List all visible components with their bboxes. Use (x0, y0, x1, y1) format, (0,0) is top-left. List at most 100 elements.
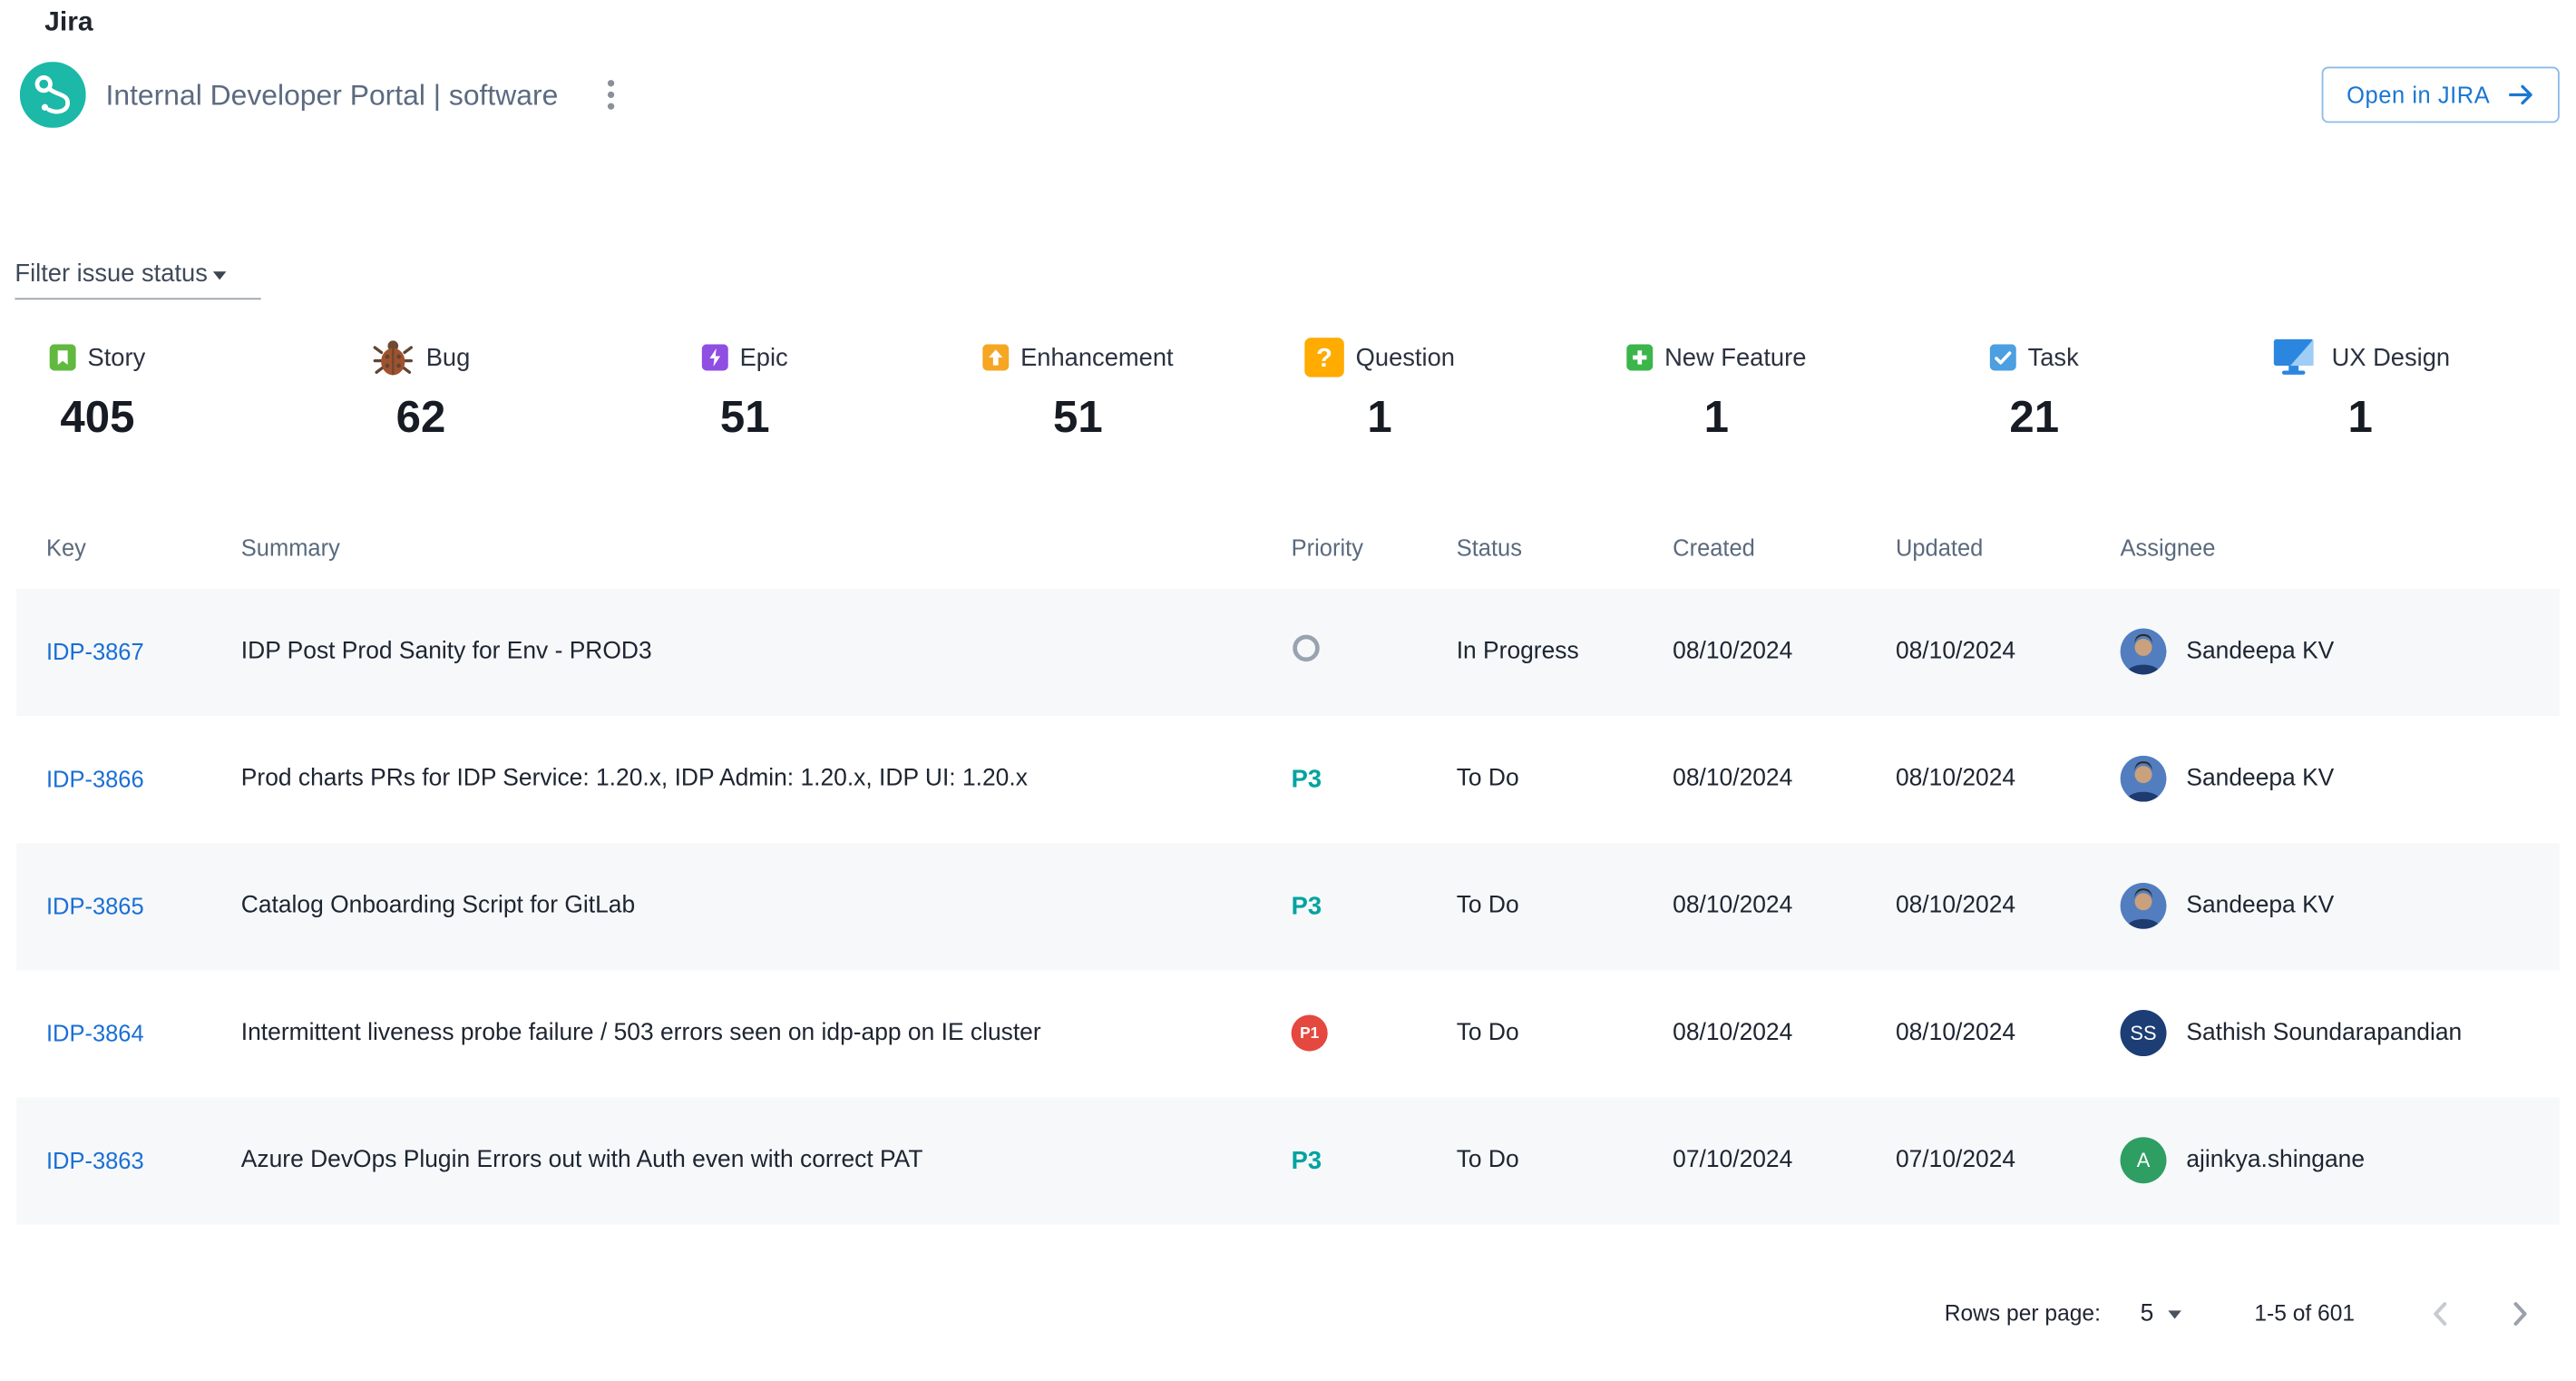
issue-type-counters: Story 405 (0, 333, 2576, 443)
bug-icon (372, 336, 415, 378)
counter-label: Story (87, 343, 145, 371)
next-page-button[interactable] (2497, 1290, 2543, 1337)
avatar: SS (2121, 1010, 2167, 1056)
issue-summary: IDP Post Prod Sanity for Env - PROD3 (215, 639, 1265, 665)
issue-created: 08/10/2024 (1646, 639, 1869, 665)
project-title: Internal Developer Portal | software (106, 77, 559, 112)
task-icon (1990, 344, 2016, 370)
assignee-name: ajinkya.shingane (2186, 1147, 2365, 1173)
issue-key-link[interactable]: IDP-3863 (46, 1147, 144, 1173)
table-row: IDP-3866 Prod charts PRs for IDP Service… (16, 715, 2560, 842)
counter-label: Task (2028, 343, 2079, 371)
issue-status: To Do (1430, 893, 1646, 919)
issue-summary: Catalog Onboarding Script for GitLab (215, 893, 1265, 919)
issue-status-filter-label: Filter issue status (15, 260, 207, 289)
issue-status: In Progress (1430, 639, 1646, 665)
rows-per-page-label: Rows per page: (1945, 1301, 2101, 1326)
new-feature-icon (1626, 344, 1653, 370)
priority-p3-icon: P3 (1292, 765, 1322, 793)
counter-story: Story 405 (50, 333, 372, 443)
counter-epic: Epic 51 (702, 333, 982, 443)
counter-new-feature: New Feature 1 (1626, 333, 1990, 443)
pagination-range: 1-5 of 601 (2254, 1301, 2355, 1326)
open-in-jira-button[interactable]: Open in JIRA (2322, 67, 2560, 123)
counter-count: 1 (1367, 394, 1391, 443)
issue-key-link[interactable]: IDP-3867 (46, 638, 144, 664)
column-header-created: Created (1646, 534, 1869, 560)
page-title: Jira (44, 7, 2576, 39)
issue-status: To Do (1430, 1020, 1646, 1046)
counter-count: 62 (396, 394, 446, 443)
issue-summary: Intermittent liveness probe failure / 50… (215, 1020, 1265, 1046)
table-row: IDP-3867 IDP Post Prod Sanity for Env - … (16, 588, 2560, 715)
priority-p3-icon: P3 (1292, 892, 1322, 920)
counter-count: 1 (1704, 394, 1729, 443)
issue-status: To Do (1430, 1147, 1646, 1173)
issue-updated: 08/10/2024 (1869, 1020, 2094, 1046)
issue-updated: 08/10/2024 (1869, 893, 2094, 919)
issue-key-link[interactable]: IDP-3865 (46, 892, 144, 918)
avatar (2121, 756, 2167, 802)
assignee-name: Sandeepa KV (2186, 766, 2334, 792)
table-row: IDP-3864 Intermittent liveness probe fai… (16, 970, 2560, 1097)
column-header-priority: Priority (1265, 534, 1430, 560)
table-row: IDP-3865 Catalog Onboarding Script for G… (16, 843, 2560, 970)
counter-count: 405 (60, 394, 134, 443)
priority-p3-icon: P3 (1292, 1147, 1322, 1175)
counter-bug: Bug 62 (372, 333, 702, 443)
counter-label: UX Design (2332, 343, 2451, 371)
kebab-menu-icon[interactable] (594, 76, 627, 113)
epic-icon (702, 344, 728, 370)
assignee-name: Sathish Soundarapandian (2186, 1020, 2462, 1046)
chevron-down-icon (2169, 1311, 2182, 1319)
counter-label: Enhancement (1020, 343, 1174, 371)
counter-enhancement: Enhancement 51 (982, 333, 1304, 443)
issue-updated: 08/10/2024 (1869, 639, 2094, 665)
counter-count: 51 (1053, 394, 1103, 443)
issue-created: 08/10/2024 (1646, 766, 1869, 792)
issue-status-filter[interactable]: Filter issue status (15, 260, 260, 300)
column-header-key: Key (16, 534, 214, 560)
table-header-row: Key Summary Priority Status Created Upda… (16, 505, 2560, 588)
counter-ux-design: UX Design 1 (2270, 333, 2450, 443)
issue-summary: Prod charts PRs for IDP Service: 1.20.x,… (215, 766, 1265, 792)
rows-per-page-select[interactable]: 5 (2141, 1300, 2182, 1327)
project-logo (20, 62, 86, 128)
counter-count: 1 (2347, 394, 2372, 443)
priority-none-icon (1292, 633, 1322, 663)
column-header-status: Status (1430, 534, 1646, 560)
ux-design-icon (2270, 336, 2320, 378)
counter-label: Bug (426, 343, 471, 371)
avatar (2121, 629, 2167, 675)
chevron-left-icon (2421, 1294, 2461, 1334)
previous-page-button[interactable] (2417, 1290, 2464, 1337)
issue-updated: 07/10/2024 (1869, 1147, 2094, 1173)
avatar (2121, 883, 2167, 929)
arrow-right-icon (2507, 83, 2535, 106)
assignee-name: Sandeepa KV (2186, 639, 2334, 665)
avatar: A (2121, 1138, 2167, 1184)
counter-label: Epic (740, 343, 788, 371)
chevron-right-icon (2500, 1294, 2540, 1334)
rows-per-page-value: 5 (2141, 1300, 2154, 1327)
column-header-summary: Summary (215, 534, 1265, 560)
column-header-updated: Updated (1869, 534, 2094, 560)
chevron-down-icon (212, 271, 226, 279)
counter-count: 51 (720, 394, 770, 443)
issue-key-link[interactable]: IDP-3866 (46, 765, 144, 791)
jira-plugin-card: Jira Internal Developer Portal | softwar… (0, 0, 2576, 1381)
counter-question: ? Question 1 (1304, 333, 1626, 443)
story-icon (50, 344, 76, 370)
issue-created: 07/10/2024 (1646, 1147, 1869, 1173)
issue-created: 08/10/2024 (1646, 1020, 1869, 1046)
enhancement-icon (982, 344, 1009, 370)
issue-summary: Azure DevOps Plugin Errors out with Auth… (215, 1147, 1265, 1173)
counter-task: Task 21 (1990, 333, 2270, 443)
question-icon: ? (1304, 338, 1344, 377)
counter-label: New Feature (1664, 343, 1806, 371)
issue-created: 08/10/2024 (1646, 893, 1869, 919)
counter-label: Question (1356, 343, 1455, 371)
counter-count: 21 (2009, 394, 2059, 443)
table-row: IDP-3863 Azure DevOps Plugin Errors out … (16, 1097, 2560, 1224)
issue-key-link[interactable]: IDP-3864 (46, 1019, 144, 1045)
